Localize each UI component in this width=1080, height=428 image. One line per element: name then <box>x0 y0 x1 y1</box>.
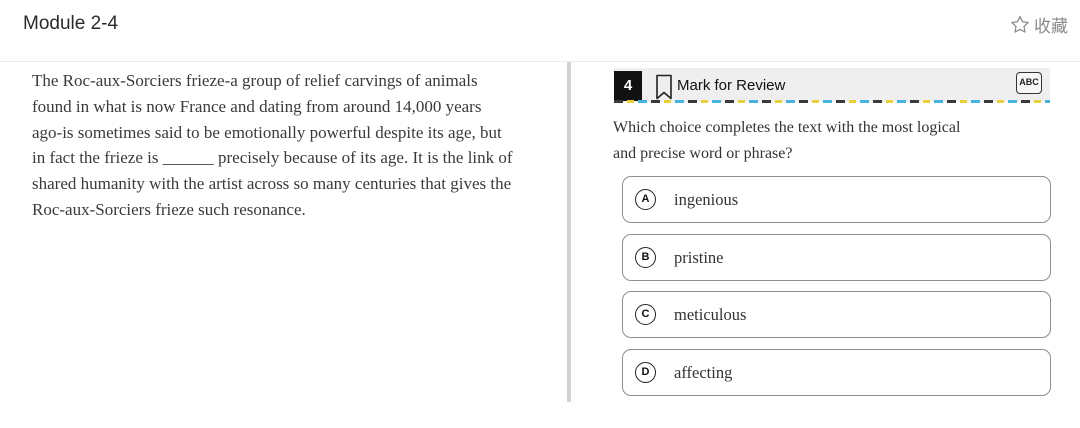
answer-choice-a[interactable]: A ingenious <box>622 176 1051 223</box>
reading-passage: The Roc-aux-Sorciers frieze-a group of r… <box>32 68 554 223</box>
passage-line: The Roc-aux-Sorciers frieze-a group of r… <box>32 71 478 90</box>
module-title: Module 2-4 <box>23 13 119 34</box>
dashed-separator <box>614 100 1050 103</box>
passage-line: Roc-aux-Sorciers frieze such resonance. <box>32 199 306 219</box>
choice-letter-badge: D <box>635 362 656 383</box>
favorite-label: 收藏 <box>1034 17 1068 37</box>
answer-choice-d[interactable]: D affecting <box>622 349 1051 396</box>
passage-line: ago-is sometimes said to be emotionally … <box>32 122 502 142</box>
mark-for-review-button[interactable]: Mark for Review <box>677 77 785 94</box>
choice-letter-badge: B <box>635 247 656 268</box>
choice-text: affecting <box>674 363 733 382</box>
star-outline-icon <box>1009 14 1031 36</box>
prompt-line: and precise word or phrase? <box>613 145 793 162</box>
favorite-button[interactable]: 收藏 <box>1009 12 1068 37</box>
choice-text: pristine <box>674 248 724 267</box>
choice-text: meticulous <box>674 305 747 324</box>
answer-choice-b[interactable]: B pristine <box>622 234 1051 281</box>
question-header-bar: 4 Mark for Review ABC <box>614 68 1050 103</box>
abc-eliminator-button[interactable]: ABC <box>1016 72 1042 94</box>
panel-divider[interactable] <box>567 62 571 402</box>
prompt-line: Which choice completes the text with the… <box>613 119 961 136</box>
top-header: Module 2-4 收藏 <box>0 0 1080 62</box>
question-number: 4 <box>614 71 642 101</box>
choice-letter-badge: A <box>635 189 656 210</box>
passage-line: shared humanity with the artist across s… <box>32 174 512 194</box>
choice-letter-badge: C <box>635 304 656 325</box>
answer-choice-c[interactable]: C meticulous <box>622 291 1051 338</box>
choice-text: ingenious <box>674 190 739 209</box>
passage-line: in fact the frieze is ______ precisely b… <box>32 148 513 168</box>
passage-line: found in what is now France and dating f… <box>32 96 482 116</box>
question-prompt: Which choice completes the text with the… <box>613 115 1033 167</box>
